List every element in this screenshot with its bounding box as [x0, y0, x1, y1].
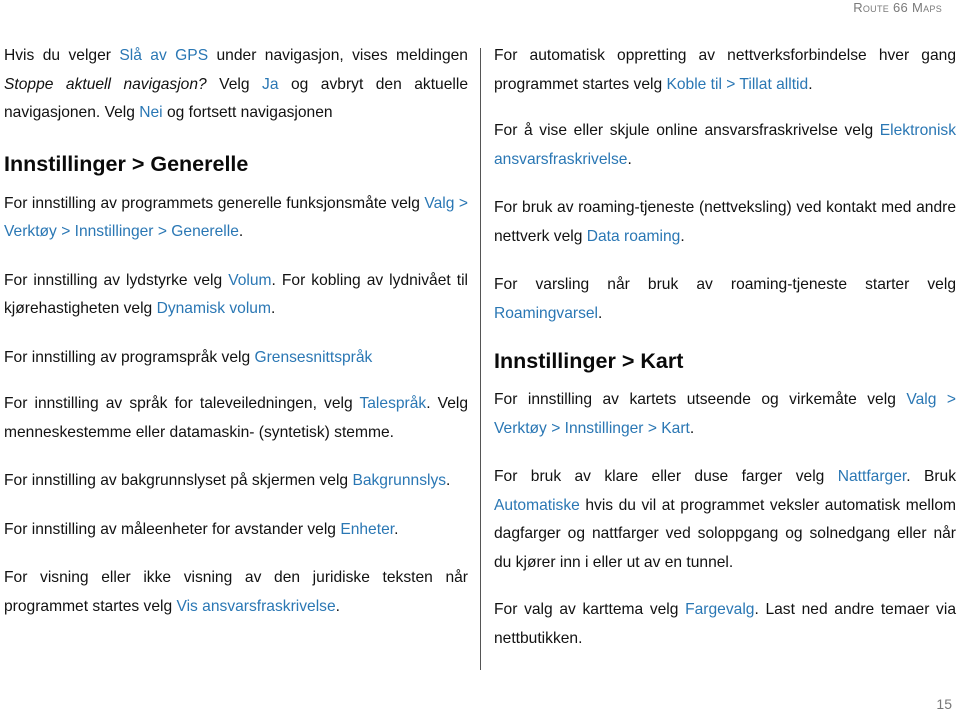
- text: For innstilling av måleenheter for avsta…: [4, 520, 341, 538]
- menu-path-koble-til: Koble til > Tillat alltid: [666, 75, 809, 93]
- menu-ref-dynamisk-volum: Dynamisk volum: [156, 300, 271, 317]
- menu-ref-automatiske: Automatiske: [494, 496, 580, 514]
- menu-ref-volum: Volum: [228, 271, 272, 289]
- paragraph-color-theme: For valg av karttema velg Fargevalg. Las…: [494, 596, 956, 653]
- left-column: Hvis du velger Slå av GPS under navigasj…: [4, 42, 468, 641]
- section-heading-generelle: Innstillinger > Generelle: [4, 151, 249, 176]
- text: For valg av karttema velg: [494, 601, 686, 618]
- menu-ref-nei: Nei: [139, 104, 163, 121]
- menu-ref-fargevalg: Fargevalg: [685, 601, 755, 618]
- paragraph-auto-connect: For automatisk oppretting av nettverksfo…: [494, 42, 956, 99]
- text: For bruk av klare eller duse farger velg: [494, 468, 838, 485]
- menu-ref-enheter: Enheter: [340, 520, 395, 538]
- column-divider: [480, 48, 481, 670]
- paragraph-interface-language: For innstilling av programspråk velg Gre…: [4, 344, 468, 373]
- paragraph-general-settings: For innstilling av programmets generelle…: [4, 190, 468, 247]
- text: .: [627, 150, 632, 168]
- text: For varsling når bruk av roaming-tjenest…: [494, 276, 956, 293]
- text: For bruk av roaming-tjeneste (nettveksli…: [494, 199, 956, 245]
- text: .: [598, 304, 603, 322]
- paragraph-night-colors: For bruk av klare eller duse farger velg…: [494, 463, 956, 577]
- text: For innstilling av programspråk velg: [4, 348, 255, 366]
- text: .: [446, 472, 451, 489]
- text: .: [680, 227, 685, 245]
- menu-ref-roamingvarsel: Roamingvarsel: [494, 304, 599, 322]
- text: Velg: [206, 75, 263, 93]
- text: For å vise eller skjule online ansvarsfr…: [494, 122, 880, 139]
- text: For innstilling av språk for taleveiledn…: [4, 395, 360, 412]
- page-number: 15: [936, 696, 952, 712]
- text: .: [808, 75, 813, 93]
- text: og fortsett navigasjonen: [162, 104, 333, 121]
- running-header: Route 66 Maps: [853, 0, 942, 15]
- paragraph-online-disclaimer: For å vise eller skjule online ansvarsfr…: [494, 117, 956, 174]
- paragraph-data-roaming: For bruk av roaming-tjeneste (nettveksli…: [494, 194, 956, 251]
- menu-ref-grensesnittsprak: Grensesnittspråk: [254, 348, 373, 366]
- paragraph-roaming-alert: For varsling når bruk av roaming-tjenest…: [494, 271, 956, 328]
- menu-ref-data-roaming: Data roaming: [586, 227, 681, 245]
- text: For innstilling av bakgrunnslyset på skj…: [4, 472, 353, 489]
- menu-ref-sla-av-gps: Slå av GPS: [119, 47, 209, 64]
- text: For innstilling av programmets generelle…: [4, 194, 425, 212]
- menu-ref-bakgrunnslys: Bakgrunnslys: [352, 472, 447, 489]
- section-heading-kart: Innstillinger > Kart: [494, 349, 684, 373]
- menu-ref-nattfarger: Nattfarger: [837, 468, 907, 485]
- text: .: [689, 419, 695, 437]
- text: under navigasjon, vises meldingen: [208, 47, 469, 64]
- text: .: [270, 300, 276, 317]
- paragraph-volume: For innstilling av lydstyrke velg Volum.…: [4, 267, 468, 324]
- paragraph-units: For innstilling av måleenheter for avsta…: [4, 516, 468, 545]
- menu-ref-ja: Ja: [262, 75, 279, 93]
- paragraph-map-settings: For innstilling av kartets utseende og v…: [494, 386, 956, 443]
- right-column: For automatisk oppretting av nettverksfo…: [494, 42, 956, 673]
- message-text: Stoppe aktuell navigasjon?: [4, 75, 207, 93]
- paragraph-voice-language: For innstilling av språk for taleveiledn…: [4, 390, 468, 447]
- paragraph-backlight: For innstilling av bakgrunnslyset på skj…: [4, 467, 468, 496]
- paragraph-gps-off: Hvis du velger Slå av GPS under navigasj…: [4, 42, 468, 128]
- paragraph-disclaimer: For visning eller ikke visning av den ju…: [4, 564, 468, 621]
- text: .: [238, 223, 244, 240]
- menu-ref-vis-ansvarsfraskrivelse: Vis ansvarsfraskrivelse: [176, 597, 336, 615]
- text: . Bruk: [906, 468, 957, 485]
- menu-ref-talesprak: Talespråk: [359, 395, 427, 412]
- text: For innstilling av lydstyrke velg: [4, 271, 229, 289]
- text: .: [394, 520, 399, 538]
- text: Hvis du velger: [4, 47, 120, 64]
- text: .: [335, 597, 340, 615]
- text: For innstilling av kartets utseende og v…: [494, 391, 907, 408]
